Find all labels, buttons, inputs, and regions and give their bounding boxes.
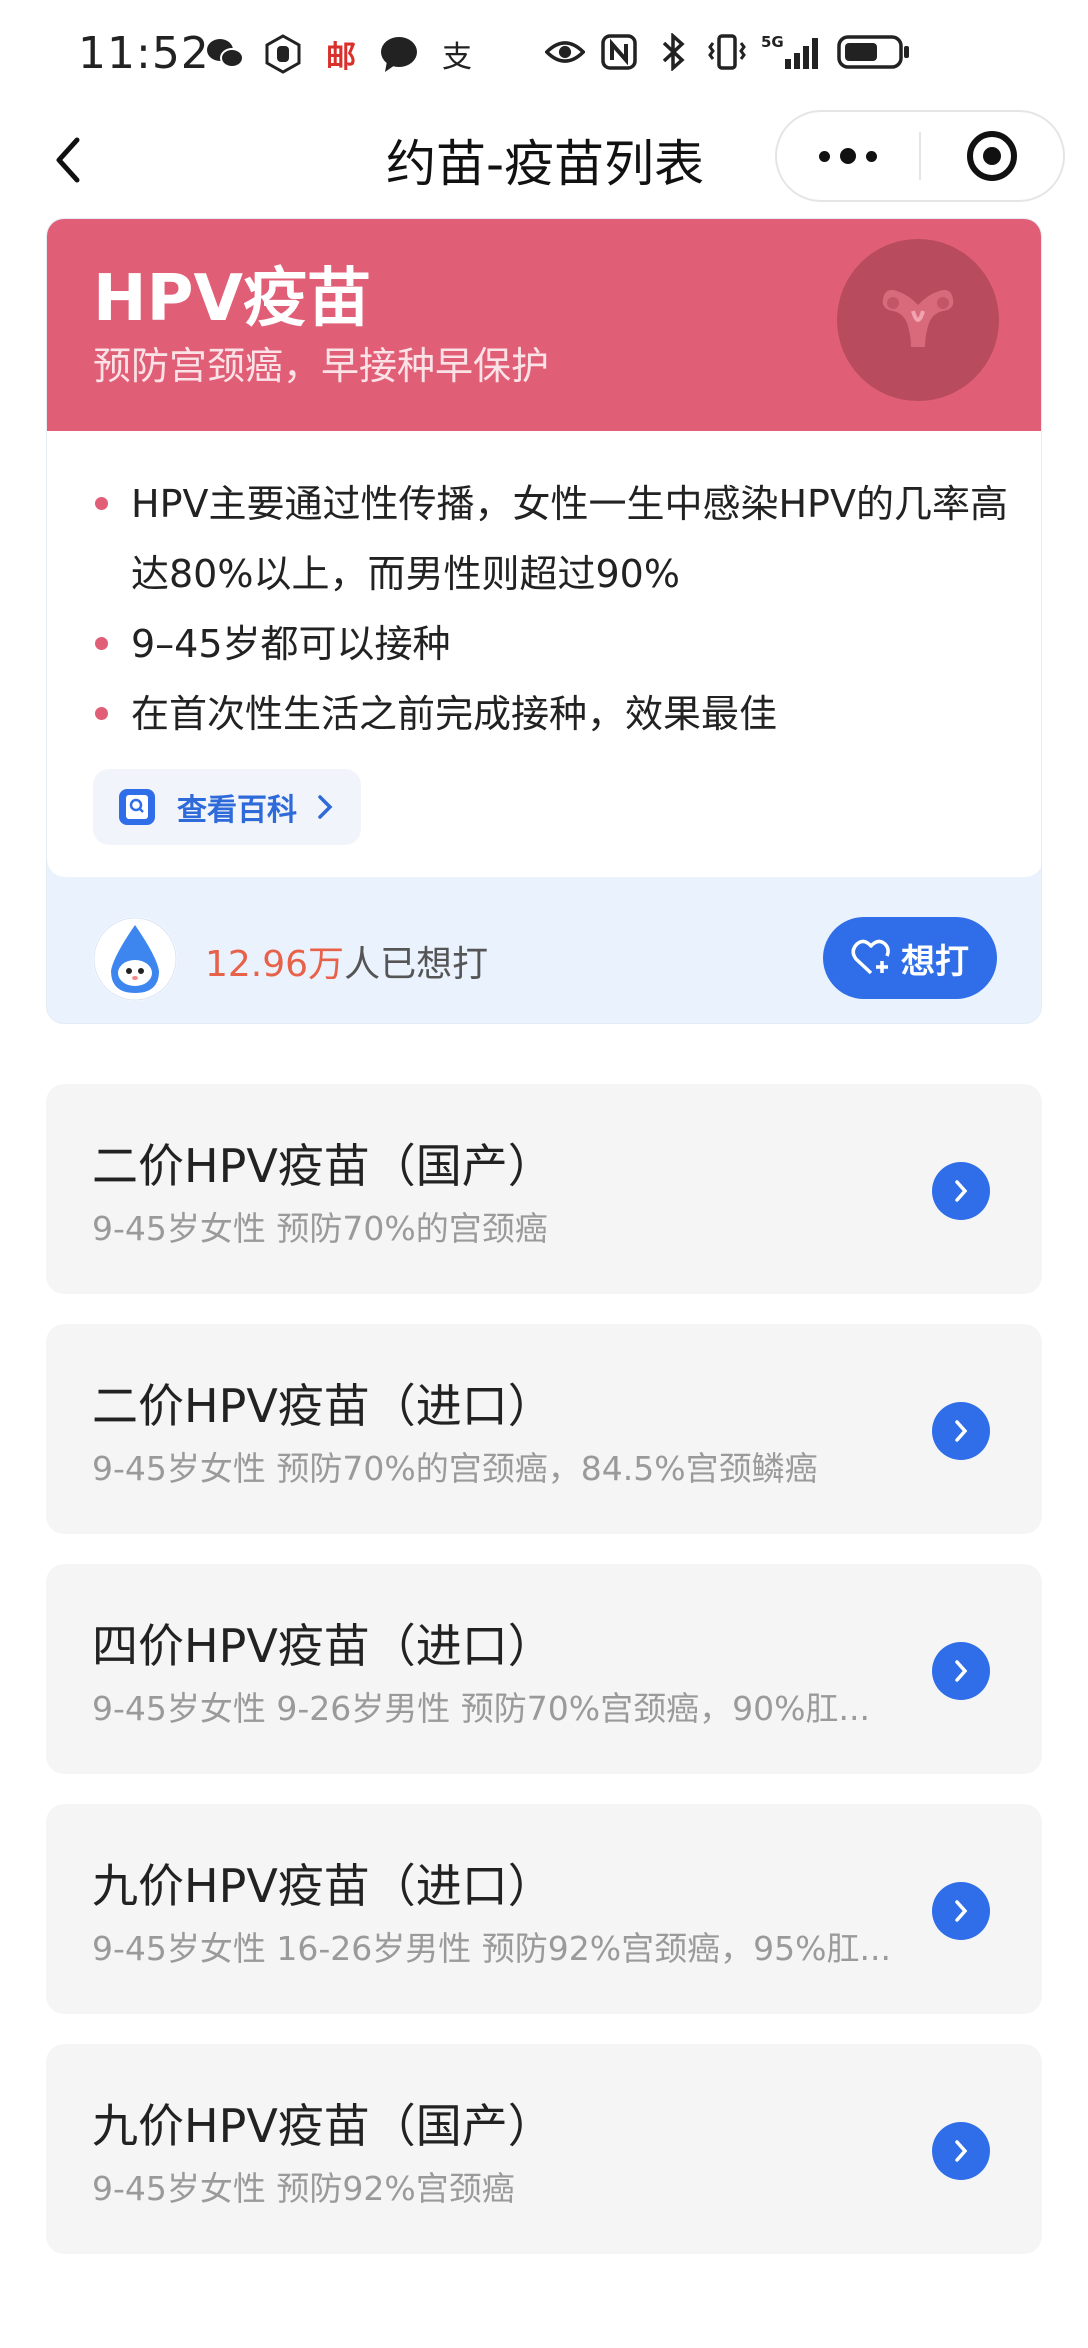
signal-5g-icon: 5G — [761, 32, 823, 72]
mail-icon: 邮 — [326, 40, 356, 75]
wechat-icon — [205, 34, 245, 74]
close-miniprogram-button[interactable] — [921, 112, 1063, 200]
info-bullet: 在首次性生活之前完成接种，效果最佳 — [93, 679, 1013, 749]
arrow-right-button[interactable] — [932, 2122, 990, 2180]
status-bar: 11:52 邮 支 5G — [0, 0, 1088, 110]
chevron-right-icon — [955, 2140, 968, 2162]
chat-icon — [379, 34, 419, 74]
back-button[interactable] — [38, 128, 98, 192]
chevron-left-icon — [56, 137, 80, 183]
vaccine-name: 二价HPV疫苗（进口） — [92, 1379, 554, 1433]
vaccine-list-item[interactable]: 二价HPV疫苗（国产） 9-45岁女性 预防70%的宫颈癌 — [46, 1084, 1042, 1294]
more-dot-icon — [866, 150, 877, 162]
info-bullet: HPV主要通过性传播，女性一生中感染HPV的几率高达80%以上，而男性则超过90… — [93, 469, 1013, 609]
hero-body: HPV主要通过性传播，女性一生中感染HPV的几率高达80%以上，而男性则超过90… — [47, 431, 1041, 877]
chevron-right-icon — [955, 1900, 968, 1922]
alipay-icon: 支 — [442, 40, 472, 75]
target-icon — [966, 131, 1017, 181]
navigation-bar: 约苗-疫苗列表 — [0, 110, 1088, 210]
page-title: 约苗-疫苗列表 — [385, 135, 705, 193]
arrow-right-button[interactable] — [932, 1162, 990, 1220]
nfc-icon — [599, 32, 639, 72]
info-bullets: HPV主要通过性传播，女性一生中感染HPV的几率高达80%以上，而男性则超过90… — [93, 469, 1013, 749]
want-button-label: 想打 — [901, 941, 969, 982]
more-dot-icon — [819, 150, 830, 162]
hand-icon — [263, 34, 303, 74]
want-button[interactable]: 想打 — [823, 917, 997, 999]
vaccine-description: 9-45岁女性 16-26岁男性 预防92%宫颈癌，95%肛... — [92, 1929, 891, 1968]
hpv-intro-card: HPV疫苗 预防宫颈癌，早接种早保护 HPV主要通过性传播，女性一生中感染HPV… — [46, 218, 1042, 1024]
mascot-avatar — [93, 917, 177, 1001]
vaccine-description: 9-45岁女性 9-26岁男性 预防70%宫颈癌，90%肛... — [92, 1689, 870, 1728]
bluetooth-icon — [653, 32, 693, 72]
vaccine-description: 9-45岁女性 预防92%宫颈癌 — [92, 2169, 515, 2208]
vaccine-name: 九价HPV疫苗（进口） — [92, 1859, 554, 1913]
arrow-right-button[interactable] — [932, 1642, 990, 1700]
vaccine-description: 9-45岁女性 预防70%的宫颈癌，84.5%宫颈鳞癌 — [92, 1449, 818, 1488]
notification-icons: 邮 支 — [205, 34, 477, 75]
vaccine-list-item[interactable]: 四价HPV疫苗（进口） 9-45岁女性 9-26岁男性 预防70%宫颈癌，90%… — [46, 1564, 1042, 1774]
chevron-right-icon — [955, 1420, 968, 1442]
hero-subtitle: 预防宫颈癌，早接种早保护 — [93, 344, 550, 388]
want-section: 12.96万人已想打 想打 — [47, 877, 1041, 1023]
chevron-right-icon — [955, 1180, 968, 1202]
chevron-right-icon — [318, 795, 333, 819]
network-label: 5G — [761, 33, 784, 51]
view-encyclopedia-button[interactable]: 查看百科 — [93, 769, 361, 845]
vibrate-icon — [707, 32, 747, 72]
heart-plus-icon — [851, 939, 890, 975]
chevron-right-icon — [955, 1660, 968, 1682]
want-count: 12.96万人已想打 — [205, 935, 488, 987]
vaccine-list-item[interactable]: 二价HPV疫苗（进口） 9-45岁女性 预防70%的宫颈癌，84.5%宫颈鳞癌 — [46, 1324, 1042, 1534]
hero-header: HPV疫苗 预防宫颈癌，早接种早保护 — [47, 219, 1041, 431]
want-count-suffix: 人已想打 — [344, 944, 489, 985]
more-dot-icon — [840, 148, 856, 164]
arrow-right-button[interactable] — [932, 1882, 990, 1940]
battery-icon — [837, 32, 911, 72]
hero-title: HPV疫苗 — [93, 262, 371, 336]
status-time: 11:52 — [78, 28, 210, 79]
uterus-icon — [837, 239, 999, 401]
encyclopedia-icon — [119, 789, 155, 825]
arrow-right-button[interactable] — [932, 1402, 990, 1460]
vaccine-name: 二价HPV疫苗（国产） — [92, 1139, 554, 1193]
encyclopedia-label: 查看百科 — [177, 793, 297, 828]
more-button[interactable] — [777, 112, 919, 200]
vaccine-name: 四价HPV疫苗（进口） — [92, 1619, 554, 1673]
vaccine-name: 九价HPV疫苗（国产） — [92, 2099, 554, 2153]
eye-icon — [545, 32, 585, 72]
vaccine-list: 二价HPV疫苗（国产） 9-45岁女性 预防70%的宫颈癌 二价HPV疫苗（进口… — [46, 1084, 1042, 2284]
info-bullet: 9–45岁都可以接种 — [93, 609, 1013, 679]
system-icons: 5G — [545, 32, 911, 72]
vaccine-list-item[interactable]: 九价HPV疫苗（国产） 9-45岁女性 预防92%宫颈癌 — [46, 2044, 1042, 2254]
vaccine-description: 9-45岁女性 预防70%的宫颈癌 — [92, 1209, 548, 1248]
want-count-number: 12.96万 — [205, 944, 345, 985]
miniprogram-capsule — [775, 110, 1065, 202]
vaccine-list-item[interactable]: 九价HPV疫苗（进口） 9-45岁女性 16-26岁男性 预防92%宫颈癌，95… — [46, 1804, 1042, 2014]
